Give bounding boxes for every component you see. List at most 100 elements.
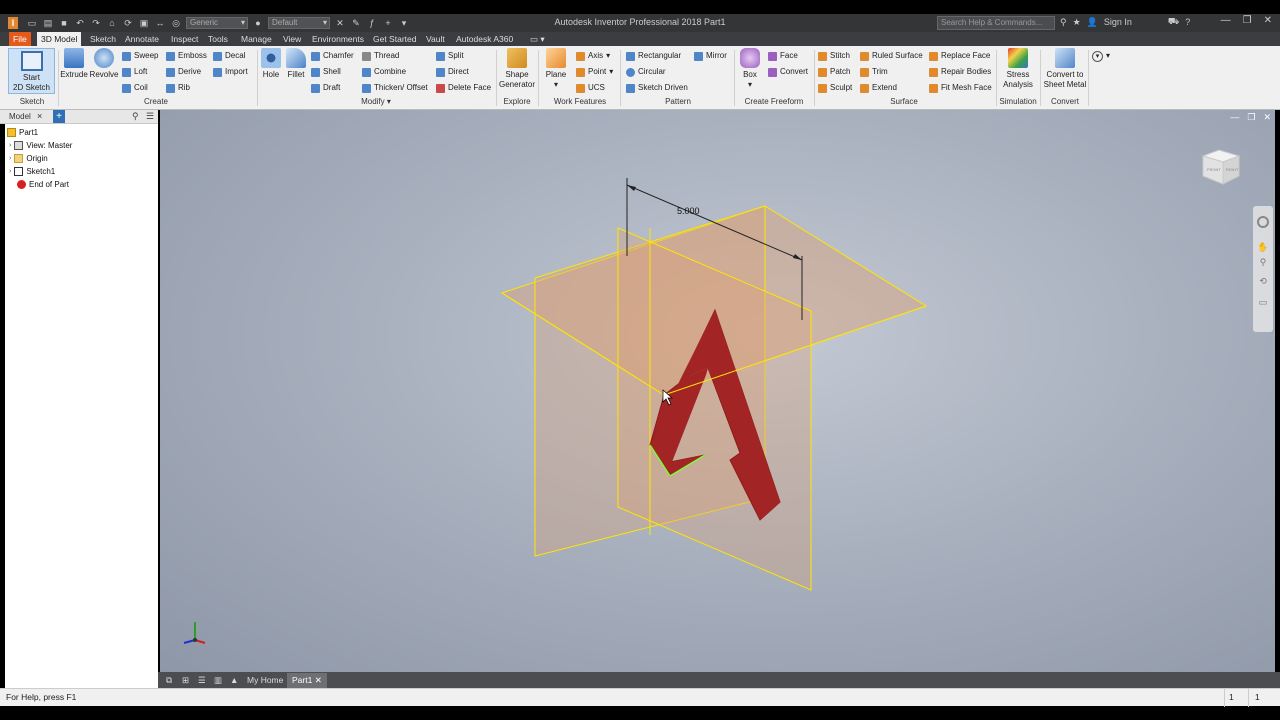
repair-bodies-button[interactable]: Repair Bodies bbox=[929, 66, 991, 78]
revolve-button[interactable]: Revolve bbox=[89, 48, 119, 80]
point-button[interactable]: Point ▾ bbox=[576, 66, 613, 78]
minimize-icon[interactable]: — bbox=[1221, 15, 1231, 26]
grid-icon[interactable]: ⊞ bbox=[177, 673, 194, 688]
combine-button[interactable]: Combine bbox=[362, 66, 406, 78]
stitch-button[interactable]: Stitch bbox=[818, 50, 850, 62]
save-icon[interactable]: ■ bbox=[58, 17, 70, 29]
horizontal-split-icon[interactable]: ☰ bbox=[193, 673, 211, 688]
split-button[interactable]: Split bbox=[436, 50, 464, 62]
user-icon[interactable]: 👤 bbox=[1087, 17, 1098, 28]
doc-tab-my-home[interactable]: My Home bbox=[242, 673, 288, 688]
patch-button[interactable]: Patch bbox=[818, 66, 850, 78]
select-icon[interactable]: ▣ bbox=[138, 17, 150, 29]
binoculars-icon[interactable]: ⚲ bbox=[1060, 17, 1067, 28]
material-combo[interactable]: Default bbox=[268, 17, 330, 29]
tree-item-sketch1[interactable]: › Sketch1 bbox=[9, 165, 55, 177]
tab-get-started[interactable]: Get Started bbox=[369, 32, 420, 46]
ribbon-overflow-button[interactable]: ▾ ▾ bbox=[1092, 50, 1110, 62]
ribbon-options-icon[interactable]: ▭ ▾ bbox=[526, 32, 549, 46]
undo-icon[interactable]: ↶ bbox=[74, 17, 86, 29]
thicken-offset-button[interactable]: Thicken/ Offset bbox=[362, 82, 428, 94]
menu-icon[interactable]: ☰ bbox=[146, 111, 154, 122]
sign-in-link[interactable]: Sign In bbox=[1104, 17, 1132, 27]
viewcube[interactable]: FRONT RIGHT bbox=[1197, 142, 1245, 190]
sketch-driven-pattern-button[interactable]: Sketch Driven bbox=[626, 82, 688, 94]
ruled-surface-button[interactable]: Ruled Surface bbox=[860, 50, 923, 62]
doc-tab-part1[interactable]: Part1 ✕ bbox=[287, 673, 327, 688]
stress-analysis-button[interactable]: Stress Analysis bbox=[998, 48, 1038, 90]
tab-environments[interactable]: Environments bbox=[308, 32, 368, 46]
home-icon[interactable]: ⌂ bbox=[106, 17, 118, 29]
tab-sketch[interactable]: Sketch bbox=[86, 32, 120, 46]
update-icon[interactable]: ⟳ bbox=[122, 17, 134, 29]
start-2d-sketch-button[interactable]: Start 2D Sketch bbox=[8, 48, 55, 94]
tab-file[interactable]: File bbox=[9, 32, 31, 46]
tab-manage[interactable]: Manage bbox=[237, 32, 276, 46]
zoom-icon[interactable]: ⚲ bbox=[1253, 257, 1273, 268]
inventor-logo-icon[interactable]: I bbox=[8, 17, 18, 29]
rectangular-pattern-button[interactable]: Rectangular bbox=[626, 50, 681, 62]
open-file-icon[interactable]: ▤ bbox=[42, 17, 54, 29]
browser-tab-model[interactable]: Model bbox=[9, 112, 31, 121]
expand-icon[interactable]: › bbox=[9, 142, 11, 149]
clear-override-icon[interactable]: ✎ bbox=[350, 17, 362, 29]
tree-item-view-master[interactable]: › View: Master bbox=[9, 139, 72, 151]
tab-a360[interactable]: Autodesk A360 bbox=[452, 32, 517, 46]
panel-label-modify[interactable]: Modify ▾ bbox=[356, 97, 396, 106]
import-button[interactable]: Import bbox=[213, 66, 248, 78]
derive-button[interactable]: Derive bbox=[166, 66, 201, 78]
qat-dropdown-icon[interactable]: ▾ bbox=[398, 17, 410, 29]
tree-item-part1[interactable]: Part1 bbox=[7, 126, 38, 138]
fit-mesh-face-button[interactable]: Fit Mesh Face bbox=[929, 82, 992, 94]
close-tab-icon[interactable]: ✕ bbox=[315, 675, 322, 685]
tab-tools[interactable]: Tools bbox=[204, 32, 232, 46]
extrude-button[interactable]: Extrude bbox=[60, 48, 88, 80]
face-button[interactable]: Face bbox=[768, 50, 798, 62]
axis-button[interactable]: Axis ▾ bbox=[576, 50, 610, 62]
tab-inspect[interactable]: Inspect bbox=[167, 32, 202, 46]
fx-icon[interactable]: ƒ bbox=[366, 17, 378, 29]
measure-icon[interactable]: ↔ bbox=[154, 17, 166, 29]
graphics-viewport[interactable]: — ❐ ✕ 5.000 FRONT RIGHT ✋ ⚲ ⟲ ▭ bbox=[160, 110, 1275, 672]
chamfer-button[interactable]: Chamfer bbox=[311, 50, 354, 62]
new-file-icon[interactable]: ▭ bbox=[26, 17, 38, 29]
convert-to-sheet-metal-button[interactable]: Convert to Sheet Metal bbox=[1042, 48, 1088, 90]
dimension-value[interactable]: 5.000 bbox=[677, 206, 700, 216]
add-browser-icon[interactable]: + bbox=[53, 110, 65, 123]
plus-icon[interactable]: + bbox=[382, 17, 394, 29]
scroll-up-icon[interactable]: ▲ bbox=[225, 673, 243, 688]
pan-icon[interactable]: ✋ bbox=[1253, 242, 1273, 253]
fillet-button[interactable]: Fillet bbox=[284, 48, 308, 80]
tab-annotate[interactable]: Annotate bbox=[121, 32, 163, 46]
tile-windows-icon[interactable]: ⧉ bbox=[161, 673, 177, 688]
loft-button[interactable]: Loft bbox=[122, 66, 147, 78]
look-at-icon[interactable]: ▭ bbox=[1253, 297, 1273, 308]
search-icon[interactable]: ⚲ bbox=[132, 111, 139, 122]
orbit-icon[interactable]: ⟲ bbox=[1253, 276, 1273, 287]
plane-button[interactable]: Plane ▾ bbox=[542, 48, 570, 90]
close-icon[interactable]: ✕ bbox=[1264, 15, 1272, 26]
globe-icon[interactable]: ◎ bbox=[170, 17, 182, 29]
trim-button[interactable]: Trim bbox=[860, 66, 888, 78]
search-help-input[interactable]: Search Help & Commands... bbox=[937, 16, 1055, 30]
expand-icon[interactable]: › bbox=[9, 155, 11, 162]
redo-icon[interactable]: ↷ bbox=[90, 17, 102, 29]
hole-button[interactable]: Hole bbox=[259, 48, 283, 80]
tab-view[interactable]: View bbox=[279, 32, 305, 46]
shape-generator-button[interactable]: Shape Generator bbox=[497, 48, 537, 90]
help-icon[interactable]: ? bbox=[1185, 17, 1190, 27]
circular-pattern-button[interactable]: Circular bbox=[626, 66, 666, 78]
sculpt-button[interactable]: Sculpt bbox=[818, 82, 852, 94]
replace-face-button[interactable]: Replace Face bbox=[929, 50, 990, 62]
star-icon[interactable]: ★ bbox=[1073, 17, 1081, 28]
expand-icon[interactable]: › bbox=[9, 168, 11, 175]
tab-3d-model[interactable]: 3D Model bbox=[37, 32, 82, 46]
mirror-button[interactable]: Mirror bbox=[694, 50, 727, 62]
direct-button[interactable]: Direct bbox=[436, 66, 469, 78]
tab-vault[interactable]: Vault bbox=[422, 32, 449, 46]
emboss-button[interactable]: Emboss bbox=[166, 50, 207, 62]
draft-button[interactable]: Draft bbox=[311, 82, 340, 94]
cart-icon[interactable]: ⛟ bbox=[1168, 16, 1179, 28]
steering-wheel-icon[interactable] bbox=[1257, 216, 1269, 228]
extend-button[interactable]: Extend bbox=[860, 82, 897, 94]
